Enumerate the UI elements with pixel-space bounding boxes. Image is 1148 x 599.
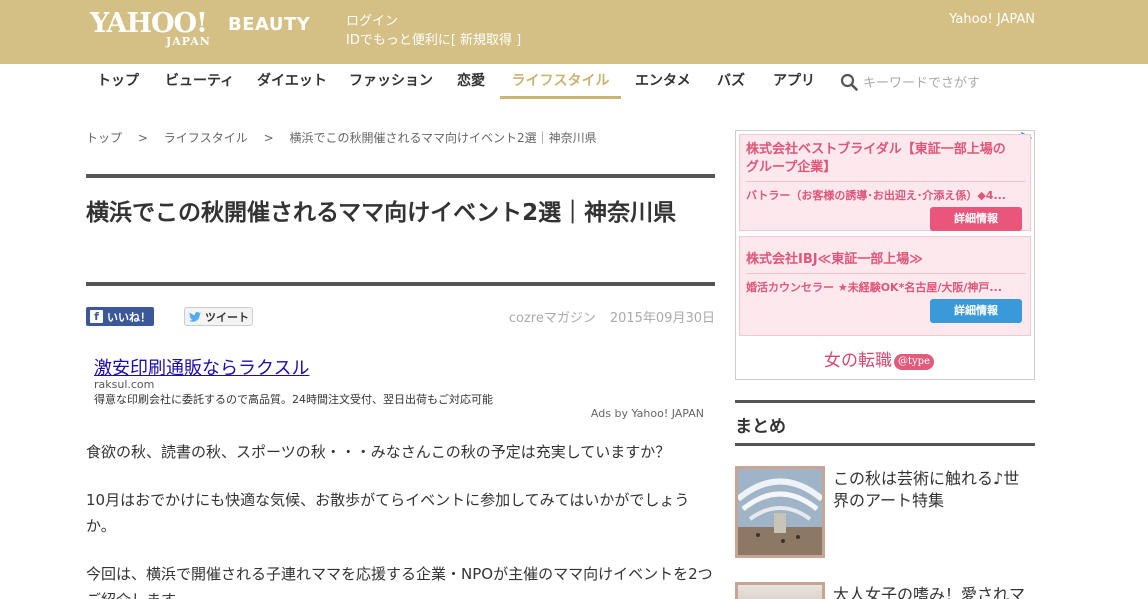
register-link[interactable]: IDでもっと便利に[ 新規取得 ]: [346, 33, 521, 48]
logo-sub-text: JAPAN: [166, 35, 211, 48]
login-link[interactable]: ログイン: [346, 14, 398, 29]
article-paragraph: 10月はおでかけにも快適な気候、お散歩がてらイベントに参加してみてはいかがでしょ…: [86, 491, 690, 535]
logo-main-text: YAHOO!: [90, 8, 208, 39]
sidebar-heading: まとめ: [735, 417, 786, 437]
details-button[interactable]: 詳細情報: [930, 207, 1022, 231]
job-ad-title: グループ企業】: [746, 160, 837, 175]
breadcrumb-separator: >: [263, 131, 274, 145]
ads-credit: Ads by Yahoo! JAPAN: [590, 407, 704, 420]
sidebar-rule-bottom: [735, 443, 1035, 446]
jobsite-badge: @type: [894, 353, 934, 370]
details-button[interactable]: 詳細情報: [930, 299, 1022, 323]
breadcrumb-separator: >: [137, 131, 148, 145]
facebook-icon: f: [90, 310, 103, 323]
nav-item-beauty[interactable]: ビューティ: [165, 64, 234, 99]
nav-item-diet[interactable]: ダイエット: [257, 64, 327, 99]
divider: [746, 273, 1026, 274]
nav-item-fashion[interactable]: ファッション: [349, 64, 433, 99]
title-rule-bottom: [86, 282, 715, 286]
nav-item-entame[interactable]: エンタメ: [635, 64, 691, 99]
site-header: YAHOO! JAPAN BEAUTY ログイン IDでもっと便利に[ 新規取得…: [0, 0, 1148, 64]
article-source: cozreマガジン: [508, 311, 596, 326]
article-thumbnail[interactable]: [735, 582, 825, 599]
login-area: ログイン IDでもっと便利に[ 新規取得 ]: [346, 12, 521, 50]
job-ad-title: 株式会社ベストブライダル【東証一部上場の: [746, 142, 1006, 157]
article-meta: cozreマガジン 2015年09月30日: [509, 307, 715, 326]
tweet-button[interactable]: ツイート: [184, 307, 253, 326]
text-ad-url: raksul.com: [94, 378, 155, 391]
nav-item-app[interactable]: アプリ: [773, 64, 815, 99]
breadcrumb: トップ > ライフスタイル > 横浜でこの秋開催されるママ向けイベント2選｜神奈…: [86, 129, 597, 146]
job-ad-subtitle: バトラー（お客様の誘導･お出迎え･介添え係）◆4...: [746, 189, 1006, 202]
search-icon[interactable]: [840, 73, 858, 91]
article-paragraph: 食欲の秋、読書の秋、スポーツの秋・・・みなさんこの秋の予定は充実していますか？: [86, 443, 671, 461]
job-ad-subtitle: 婚活カウンセラー ★未経験OK*名古屋/大阪/神戸...: [746, 281, 1002, 294]
article-date: 2015年09月30日: [609, 311, 715, 326]
breadcrumb-current: 横浜でこの秋開催されるママ向けイベント2選｜神奈川県: [289, 131, 597, 145]
article-paragraph: 今回は、横浜で開催される子連れママを応援する企業・NPOが主催のママ向けイベント…: [86, 565, 713, 599]
category-nav: トップ ビューティ ダイエット ファッション 恋愛 ライフスタイル エンタメ バ…: [85, 64, 1035, 100]
text-ad-title[interactable]: 激安印刷通販ならラクスル: [94, 354, 309, 380]
nav-item-buzz[interactable]: バズ: [717, 64, 745, 99]
sidebar-article-link[interactable]: 大人女子の嗜み！愛されマ: [833, 584, 1033, 599]
text-ad-description: 得意な印刷会社に委託するので高品質。24時間注文受付、翌日出荷もご対応可能: [94, 393, 493, 406]
breadcrumb-lifestyle[interactable]: ライフスタイル: [164, 131, 248, 145]
nav-item-top[interactable]: トップ: [97, 64, 139, 99]
side-ad-banner[interactable]: 株式会社ベストブライダル【東証一部上場の グループ企業】 バトラー（お客様の誘導…: [735, 130, 1035, 380]
sidebar-article-link[interactable]: この秋は芸術に触れる♪世界のアート特集: [833, 468, 1033, 512]
breadcrumb-top[interactable]: トップ: [86, 131, 122, 145]
facebook-like-button[interactable]: f いいね！: [86, 307, 154, 326]
facebook-like-label: いいね！: [107, 310, 151, 324]
article-thumbnail[interactable]: [735, 466, 825, 558]
search-input[interactable]: [863, 72, 1023, 94]
tweet-label: ツイート: [205, 310, 249, 324]
divider: [746, 181, 1026, 182]
article-title: 横浜でこの秋開催されるママ向けイベント2選｜神奈川県: [86, 200, 677, 226]
nav-item-love[interactable]: 恋愛: [457, 64, 485, 99]
nav-item-lifestyle[interactable]: ライフスタイル: [500, 64, 621, 99]
title-rule-top: [86, 174, 715, 178]
jobsite-name: 女の転職: [824, 351, 892, 371]
sidebar-rule-top: [735, 400, 1035, 403]
logo-beauty-text: BEAUTY: [228, 14, 311, 35]
job-ad-title: 株式会社IBJ≪東証一部上場≫: [746, 252, 923, 267]
job-ad-card[interactable]: 株式会社IBJ≪東証一部上場≫ 婚活カウンセラー ★未経験OK*名古屋/大阪/神…: [739, 236, 1031, 336]
job-ad-card[interactable]: 株式会社ベストブライダル【東証一部上場の グループ企業】 バトラー（お客様の誘導…: [739, 134, 1031, 231]
art-installation-image: [738, 469, 822, 555]
yahoo-japan-link[interactable]: Yahoo! JAPAN: [949, 12, 1035, 27]
site-logo[interactable]: YAHOO! JAPAN BEAUTY: [90, 8, 310, 49]
twitter-bird-icon: [189, 311, 201, 322]
jobsite-logo[interactable]: 女の転職 @type: [824, 346, 934, 371]
